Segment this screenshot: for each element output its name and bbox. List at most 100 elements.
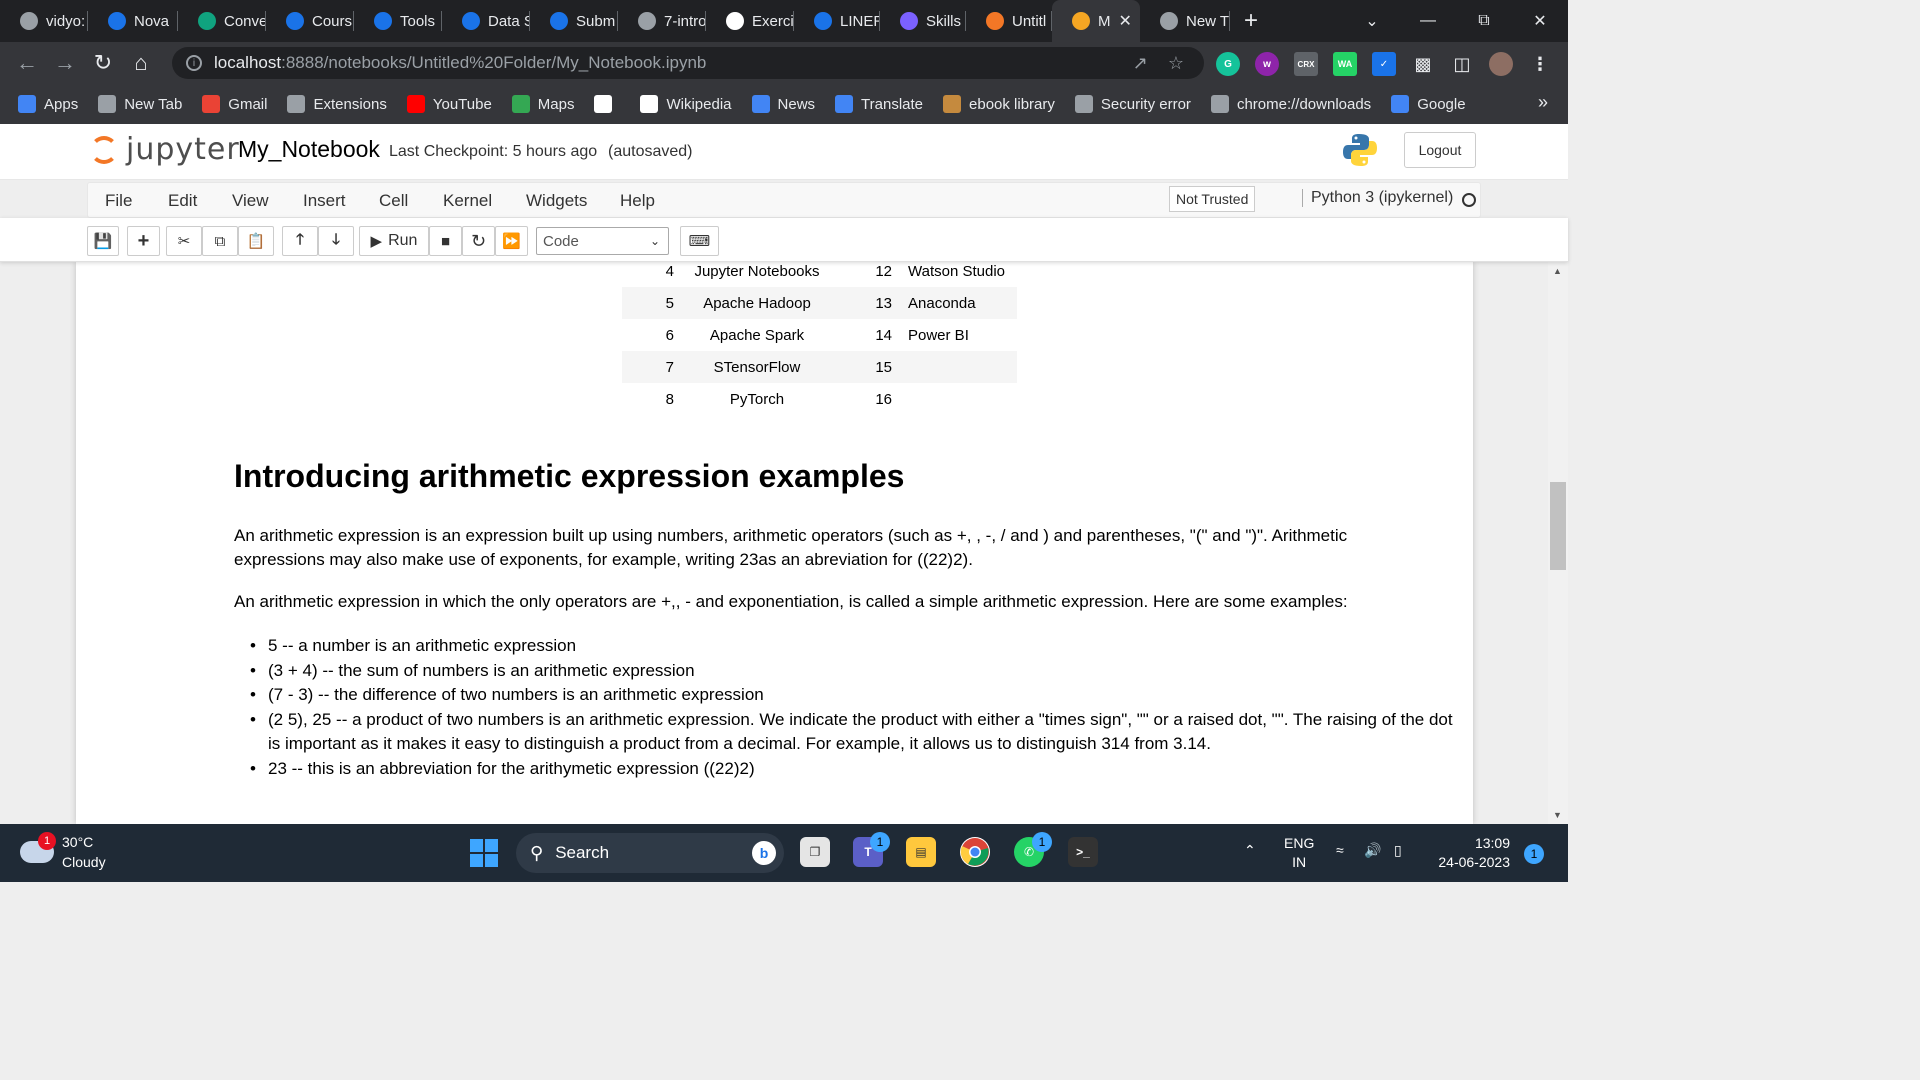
- whatsapp-extension-icon[interactable]: WA: [1333, 52, 1357, 76]
- browser-tab[interactable]: LINER: [794, 0, 880, 42]
- chrome-icon[interactable]: [960, 837, 990, 867]
- menu-view[interactable]: View: [232, 191, 269, 211]
- bookmark-item[interactable]: Google: [1391, 95, 1466, 113]
- move-up-icon[interactable]: 🡑: [282, 226, 318, 256]
- copy-icon[interactable]: ⧉: [202, 226, 238, 256]
- bookmark-item[interactable]: YouTube: [406, 95, 492, 113]
- file-explorer-icon[interactable]: ▤: [906, 837, 936, 867]
- scroll-up-icon[interactable]: ▲: [1553, 266, 1562, 276]
- browser-tab[interactable]: Cours: [266, 0, 354, 42]
- terminal-icon[interactable]: >_: [1068, 837, 1098, 867]
- menu-cell[interactable]: Cell: [379, 191, 408, 211]
- share-icon[interactable]: ↗: [1133, 53, 1148, 74]
- keyboard-shortcuts-icon[interactable]: ⌨: [680, 226, 719, 256]
- not-trusted-button[interactable]: Not Trusted: [1169, 186, 1256, 212]
- tray-overflow-icon[interactable]: ⌃: [1244, 842, 1256, 859]
- wifi-icon[interactable]: ≈: [1336, 842, 1344, 858]
- insert-cell-icon[interactable]: +: [127, 226, 160, 256]
- browser-tab[interactable]: Untitl: [966, 0, 1052, 42]
- logout-button[interactable]: Logout: [1404, 132, 1476, 168]
- tab-search-icon[interactable]: ⌄: [1344, 0, 1400, 42]
- notebook-name[interactable]: My_Notebook: [238, 136, 380, 163]
- new-tab-icon[interactable]: +: [1244, 7, 1258, 35]
- bookmark-label: Wikipedia: [666, 95, 732, 113]
- clock[interactable]: 13:09 24-06-2023: [1434, 834, 1510, 872]
- weather-widget[interactable]: 1 30°C Cloudy: [20, 832, 106, 872]
- language-indicator[interactable]: ENG IN: [1284, 834, 1314, 872]
- bookmark-item[interactable]: chrome://downloads: [1210, 95, 1371, 113]
- bookmark-label: Apps: [44, 95, 79, 113]
- browser-tab[interactable]: Exerci: [706, 0, 794, 42]
- cut-icon[interactable]: ✂: [166, 226, 202, 256]
- bookmark-item[interactable]: Gmail: [202, 95, 267, 113]
- check-extension-icon[interactable]: ✓: [1372, 52, 1396, 76]
- restore-icon[interactable]: ⧉: [1456, 0, 1512, 42]
- menu-edit[interactable]: Edit: [168, 191, 197, 211]
- profile-avatar[interactable]: [1489, 52, 1513, 76]
- forward-icon[interactable]: →: [46, 50, 84, 76]
- home-icon[interactable]: ⌂: [122, 50, 160, 76]
- bookmark-star-icon[interactable]: ☆: [1168, 53, 1184, 74]
- browser-tab[interactable]: vidyo:: [0, 0, 88, 42]
- volume-icon[interactable]: 🔊: [1364, 842, 1381, 859]
- menu-file[interactable]: File: [105, 191, 132, 211]
- bookmark-item[interactable]: Apps: [18, 95, 78, 113]
- save-icon[interactable]: 💾: [87, 226, 119, 256]
- menu-widgets[interactable]: Widgets: [526, 191, 587, 211]
- run-button[interactable]: ▶ Run: [359, 226, 429, 256]
- browser-tab[interactable]: Conve: [178, 0, 266, 42]
- bookmark-item[interactable]: Maps: [511, 95, 574, 113]
- chrome-menu-icon[interactable]: ⋮: [1528, 52, 1552, 76]
- scroll-down-icon[interactable]: ▼: [1553, 810, 1562, 820]
- kernel-name[interactable]: Python 3 (ipykernel): [1302, 189, 1453, 207]
- grammarly-extension-icon[interactable]: G: [1216, 52, 1240, 76]
- cell-type-select[interactable]: Code ⌄: [536, 227, 669, 255]
- paste-icon[interactable]: 📋: [238, 226, 274, 256]
- restart-icon[interactable]: ↻: [462, 226, 495, 256]
- browser-tab[interactable]: Subm: [530, 0, 618, 42]
- back-icon[interactable]: ←: [8, 50, 46, 76]
- bookmark-item[interactable]: Extensions: [287, 95, 387, 113]
- browser-tab[interactable]: New T: [1140, 0, 1230, 42]
- language-code: ENG: [1284, 835, 1315, 851]
- browser-tab[interactable]: M ✕: [1052, 0, 1140, 42]
- scrollbar-thumb[interactable]: [1550, 482, 1566, 570]
- weather-badge: 1: [38, 832, 56, 850]
- page-scrollbar[interactable]: ▲ ▼: [1548, 262, 1568, 824]
- close-window-icon[interactable]: ✕: [1512, 0, 1568, 42]
- browser-tab[interactable]: Data S: [442, 0, 530, 42]
- bookmark-item[interactable]: Security error: [1074, 95, 1191, 113]
- bookmark-item[interactable]: Wikipedia: [640, 95, 732, 113]
- browser-tab[interactable]: 7-intro: [618, 0, 706, 42]
- battery-icon[interactable]: ▯: [1394, 842, 1402, 859]
- interrupt-icon[interactable]: ■: [429, 226, 462, 256]
- menu-kernel[interactable]: Kernel: [443, 191, 492, 211]
- minimize-icon[interactable]: —: [1400, 0, 1456, 42]
- site-info-icon[interactable]: i: [186, 55, 202, 71]
- extensions-puzzle-icon[interactable]: ▩: [1411, 52, 1435, 76]
- bookmark-item[interactable]: Translate: [835, 95, 923, 113]
- move-down-icon[interactable]: 🡓: [318, 226, 354, 256]
- reload-icon[interactable]: ↻: [84, 50, 122, 76]
- menu-insert[interactable]: Insert: [303, 191, 346, 211]
- browser-tab[interactable]: Tools: [354, 0, 442, 42]
- windows-start-icon[interactable]: [470, 839, 498, 867]
- browser-tab[interactable]: Nova: [88, 0, 178, 42]
- bookmarks-overflow-icon[interactable]: »: [1538, 92, 1548, 113]
- crx-extension-icon[interactable]: CRX: [1294, 52, 1318, 76]
- restart-run-all-icon[interactable]: ⏩: [495, 226, 528, 256]
- bookmark-item[interactable]: News: [751, 95, 815, 113]
- browser-tab[interactable]: Skills: [880, 0, 966, 42]
- task-view-icon[interactable]: ❐: [800, 837, 830, 867]
- side-panel-icon[interactable]: ◫: [1450, 52, 1474, 76]
- notification-badge[interactable]: 1: [1524, 844, 1544, 864]
- wordtune-extension-icon[interactable]: w: [1255, 52, 1279, 76]
- taskbar-search[interactable]: ⚲ Search b: [516, 833, 784, 873]
- url-field[interactable]: i localhost:8888/notebooks/Untitled%20Fo…: [172, 47, 1204, 79]
- jupyter-logo[interactable]: jupyter: [90, 132, 240, 167]
- bookmark-item[interactable]: New Tab: [98, 95, 182, 113]
- bookmark-item[interactable]: [594, 95, 620, 113]
- menu-help[interactable]: Help: [620, 191, 655, 211]
- bookmark-item[interactable]: ebook library: [943, 95, 1055, 113]
- close-tab-icon[interactable]: ✕: [1119, 11, 1132, 31]
